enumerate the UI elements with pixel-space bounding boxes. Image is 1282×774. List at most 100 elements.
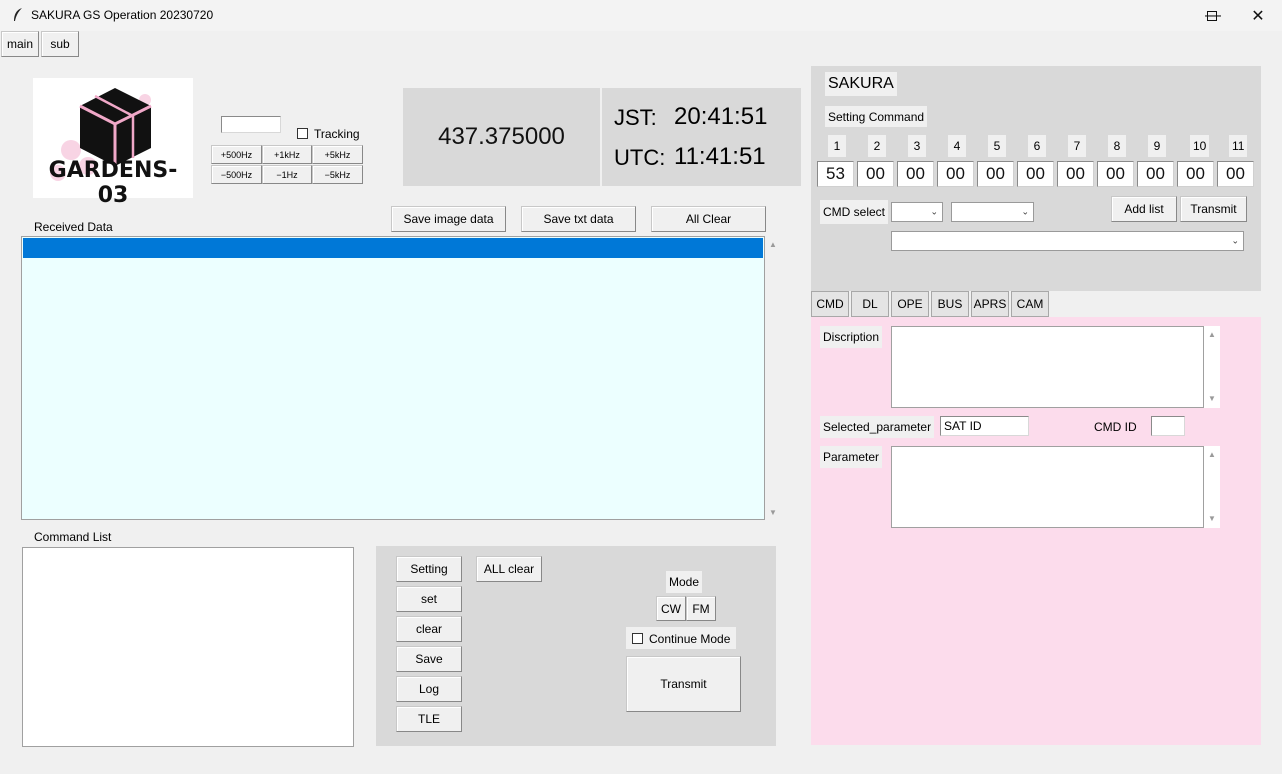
parameter-textbox[interactable] <box>891 446 1204 528</box>
plus-5khz-button[interactable]: +5kHz <box>312 145 363 164</box>
fm-button[interactable]: FM <box>686 596 716 621</box>
minus-500hz-button[interactable]: −500Hz <box>211 165 262 184</box>
utc-time: 11:41:51 <box>674 143 766 170</box>
command-byte-field[interactable]: 00 <box>1137 161 1174 187</box>
clear-button[interactable]: clear <box>396 616 462 642</box>
cmd-select-label: CMD select <box>820 200 889 224</box>
tle-button[interactable]: TLE <box>396 706 462 732</box>
setting-command-label: Setting Command <box>825 106 928 127</box>
scroll-down-icon[interactable]: ▼ <box>1208 514 1216 523</box>
chevron-down-icon: ⌄ <box>1231 235 1239 246</box>
scroll-up-icon[interactable]: ▲ <box>1208 450 1216 459</box>
index-label: 8 <box>1108 135 1126 157</box>
continue-mode-checkbox[interactable] <box>632 633 643 644</box>
log-button[interactable]: Log <box>396 676 462 702</box>
description-textbox[interactable] <box>891 326 1204 408</box>
index-label: 1 <box>828 135 846 157</box>
feather-icon <box>14 8 22 21</box>
command-byte-field[interactable]: 53 <box>817 161 854 187</box>
save-image-data-button[interactable]: Save image data <box>391 206 506 232</box>
index-label: 4 <box>948 135 966 157</box>
cmd-id-field[interactable] <box>1151 416 1185 436</box>
all-clear-button[interactable]: All Clear <box>651 206 766 232</box>
command-byte-field[interactable]: 00 <box>897 161 934 187</box>
continue-mode-label: Continue Mode <box>649 632 731 646</box>
frequency-display: 437.375000 <box>438 123 565 150</box>
selected-parameter-label: Selected_parameter <box>820 416 935 438</box>
command-byte-field[interactable]: 00 <box>1217 161 1254 187</box>
parameter-scrollbar[interactable]: ▲ ▼ <box>1204 446 1220 528</box>
selected-parameter-field[interactable]: SAT ID <box>940 416 1029 436</box>
index-label: 6 <box>1028 135 1046 157</box>
sakura-transmit-button[interactable]: Transmit <box>1180 196 1247 222</box>
command-byte-field[interactable]: 00 <box>1097 161 1134 187</box>
chevron-down-icon: ⌄ <box>930 206 938 217</box>
close-icon[interactable]: ✕ <box>1235 0 1281 31</box>
scroll-up-icon[interactable]: ▲ <box>1208 330 1216 339</box>
mode-label: Mode <box>666 571 703 593</box>
command-byte-field[interactable]: 00 <box>977 161 1014 187</box>
tab-dl[interactable]: DL <box>851 291 889 317</box>
index-label: 2 <box>868 135 886 157</box>
clock-panel: JST: 20:41:51 UTC: 11:41:51 <box>602 88 801 186</box>
tab-sub[interactable]: sub <box>41 31 79 57</box>
chevron-down-icon: ⌄ <box>1021 206 1029 217</box>
plus-1khz-button[interactable]: +1kHz <box>262 145 312 164</box>
command-byte-field[interactable]: 00 <box>1177 161 1214 187</box>
frequency-entry[interactable] <box>221 116 281 133</box>
cmd-id-label: CMD ID <box>1094 420 1137 434</box>
logo-text: GARDENS-03 <box>48 158 178 208</box>
cmd-select-combo-1[interactable]: ⌄ <box>891 202 943 222</box>
save-txt-data-button[interactable]: Save txt data <box>521 206 636 232</box>
setting-button[interactable]: Setting <box>396 556 462 582</box>
command-combo[interactable]: ⌄ <box>891 231 1244 251</box>
command-byte-field[interactable]: 00 <box>937 161 974 187</box>
set-button[interactable]: set <box>396 586 462 612</box>
scroll-down-icon[interactable]: ▼ <box>1208 394 1216 403</box>
cw-button[interactable]: CW <box>656 596 686 621</box>
add-list-button[interactable]: Add list <box>1111 196 1177 222</box>
index-label: 9 <box>1148 135 1166 157</box>
minus-5khz-button[interactable]: −5kHz <box>312 165 363 184</box>
selected-row[interactable] <box>23 238 763 258</box>
frequency-display-panel: 437.375000 <box>403 88 600 186</box>
logo: GARDENS-03 <box>33 78 193 208</box>
received-data-label: Received Data <box>34 220 113 234</box>
scroll-up-icon[interactable]: ▲ <box>769 240 777 249</box>
index-label: 7 <box>1068 135 1086 157</box>
cmd-select-combo-2[interactable]: ⌄ <box>951 202 1034 222</box>
tab-bus[interactable]: BUS <box>931 291 969 317</box>
utc-label: UTC: <box>614 145 666 170</box>
tracking-checkbox[interactable] <box>297 128 308 139</box>
description-scrollbar[interactable]: ▲ ▼ <box>1204 326 1220 408</box>
sakura-title: SAKURA <box>825 72 897 96</box>
jst-label: JST: <box>614 105 657 130</box>
maximize-icon[interactable] <box>1189 0 1235 31</box>
command-byte-field[interactable]: 00 <box>1057 161 1094 187</box>
tab-cam[interactable]: CAM <box>1011 291 1049 317</box>
description-label: Discription <box>820 326 883 348</box>
plus-500hz-button[interactable]: +500Hz <box>211 145 262 164</box>
tab-ope[interactable]: OPE <box>891 291 929 317</box>
save-button[interactable]: Save <box>396 646 462 672</box>
received-data-list[interactable] <box>21 236 765 520</box>
window-title: SAKURA GS Operation 20230720 <box>31 8 214 22</box>
command-list-label: Command List <box>34 530 112 544</box>
tab-aprs[interactable]: APRS <box>971 291 1009 317</box>
transmit-button[interactable]: Transmit <box>626 656 741 712</box>
command-byte-field[interactable]: 00 <box>1017 161 1054 187</box>
index-label: 5 <box>988 135 1006 157</box>
tab-main[interactable]: main <box>1 31 39 57</box>
minus-1hz-button[interactable]: −1Hz <box>262 165 312 184</box>
index-label: 3 <box>908 135 926 157</box>
command-byte-field[interactable]: 00 <box>857 161 894 187</box>
all-clear-commands-button[interactable]: ALL clear <box>476 556 542 582</box>
index-label: 11 <box>1229 135 1248 157</box>
jst-time: 20:41:51 <box>674 103 768 130</box>
scroll-down-icon[interactable]: ▼ <box>769 508 777 517</box>
command-list-box[interactable] <box>22 547 354 747</box>
tracking-label: Tracking <box>314 127 360 141</box>
parameter-label: Parameter <box>820 446 883 468</box>
tab-cmd[interactable]: CMD <box>811 291 849 317</box>
index-label: 10 <box>1190 135 1210 157</box>
